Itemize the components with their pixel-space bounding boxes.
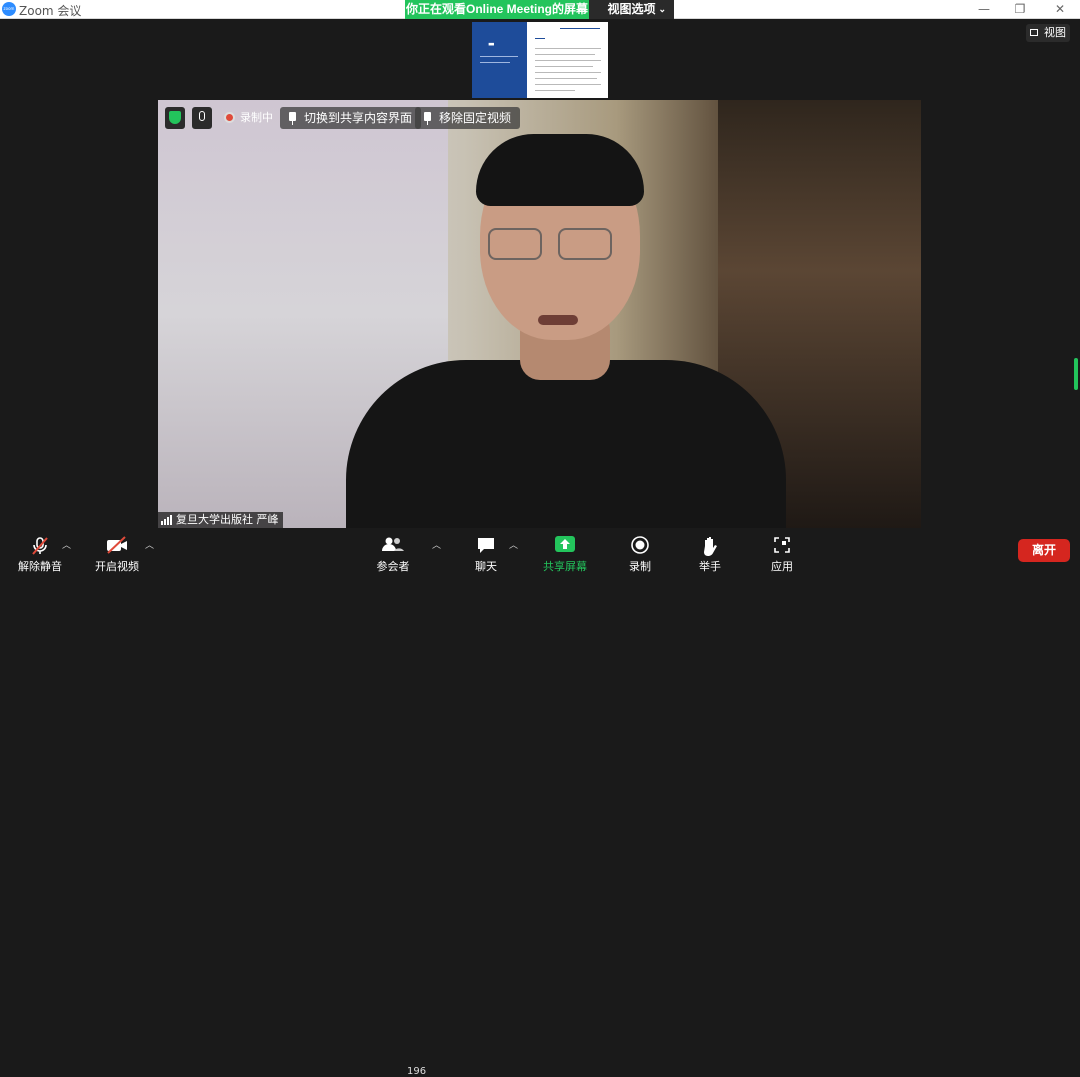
participants-button[interactable]: 参会者	[364, 530, 422, 574]
apps-label: 应用	[771, 560, 793, 573]
view-button-label: 视图	[1044, 26, 1066, 39]
muted-microphone-icon	[32, 537, 48, 555]
share-screen-icon	[555, 536, 575, 552]
thumbnail-line	[535, 66, 593, 67]
pin-icon	[289, 112, 296, 125]
view-options-button[interactable]: 视图选项 ⌄	[589, 0, 674, 19]
participant-name-tag: 复旦大学出版社 严峰	[158, 512, 283, 528]
start-video-button[interactable]: 开启视频	[92, 530, 142, 574]
thumbnail-decoration: ▬	[488, 40, 495, 48]
thumbnail-line	[535, 72, 601, 73]
chat-bubble-icon	[478, 538, 494, 553]
record-icon	[631, 536, 649, 554]
thumbnail-line	[535, 90, 575, 91]
thumbnail-line	[535, 38, 545, 39]
participant-name: 复旦大学出版社 严峰	[176, 513, 279, 526]
record-label: 录制	[629, 560, 651, 573]
minimize-icon[interactable]: —	[964, 0, 1004, 19]
unmute-label: 解除静音	[18, 560, 62, 573]
grid-view-icon	[1030, 29, 1038, 36]
share-status: 你正在观看Online Meeting的屏幕	[405, 0, 589, 19]
audio-options-caret-icon[interactable]: ︿	[62, 538, 71, 551]
speaker-body	[346, 360, 786, 528]
chevron-down-icon: ⌄	[658, 4, 666, 14]
thumbnail-line	[535, 54, 595, 55]
microphone-icon[interactable]	[192, 107, 212, 129]
unmute-button[interactable]: 解除静音	[12, 530, 68, 574]
pin-icon	[424, 112, 431, 125]
shared-screen-thumbnail[interactable]: ▬	[472, 22, 608, 98]
glasses-lens-right	[558, 228, 612, 260]
meeting-toolbar: 解除静音 ︿ 开启视频 ︿ 参会者 196 ︿ 聊天 ︿ 共享屏幕 录制 举手 …	[0, 530, 1080, 1077]
video-off-icon	[107, 536, 127, 554]
window-title: Zoom 会议	[19, 4, 82, 18]
chat-button[interactable]: 聊天	[466, 530, 506, 574]
thumbnail-line	[480, 56, 518, 57]
shield-glyph	[169, 111, 181, 124]
recording-label: 录制中	[240, 111, 273, 124]
unpin-video-label: 移除固定视频	[439, 111, 512, 125]
recording-dot-icon	[224, 112, 235, 123]
chat-caret-icon[interactable]: ︿	[509, 538, 518, 551]
start-video-label: 开启视频	[95, 560, 139, 573]
mic-glyph	[199, 111, 205, 121]
raise-hand-icon	[704, 537, 717, 556]
close-icon[interactable]: ✕	[1040, 0, 1080, 19]
record-button[interactable]: 录制	[620, 530, 660, 574]
switch-to-share-label: 切换到共享内容界面	[304, 111, 413, 125]
speaker-mouth	[538, 315, 578, 325]
participants-label: 参会者	[376, 560, 410, 573]
switch-to-share-button[interactable]: 切换到共享内容界面	[280, 107, 422, 129]
view-options-label: 视图选项	[607, 2, 656, 16]
thumbnail-line	[535, 48, 601, 49]
participants-icon	[382, 537, 404, 551]
participants-caret-icon[interactable]: ︿	[432, 538, 441, 551]
raise-hand-label: 举手	[699, 560, 721, 573]
speaker-hair	[476, 134, 644, 206]
security-shield-icon[interactable]	[165, 107, 185, 129]
thumbnail-line	[560, 28, 600, 29]
thumbnail-line	[535, 78, 597, 79]
share-screen-label: 共享屏幕	[543, 560, 587, 573]
unpin-video-button[interactable]: 移除固定视频	[415, 107, 521, 129]
apps-button[interactable]: 应用	[762, 530, 802, 574]
raise-hand-button[interactable]: 举手	[690, 530, 730, 574]
thumbnail-line	[535, 84, 601, 85]
thumbnail-slide-left-panel: ▬	[472, 22, 527, 98]
restore-icon[interactable]: ❐	[1000, 0, 1040, 19]
glasses-lens-left	[488, 228, 542, 260]
leave-button[interactable]: 离开	[1018, 539, 1070, 562]
thumbnail-line	[480, 62, 510, 63]
apps-icon	[774, 537, 790, 553]
zoom-logo-icon: zoom	[2, 2, 16, 16]
video-options-caret-icon[interactable]: ︿	[145, 538, 154, 551]
recording-indicator: 录制中	[224, 107, 273, 129]
participants-count: 196	[407, 1066, 427, 1077]
scroll-indicator[interactable]	[1074, 358, 1078, 390]
chat-label: 聊天	[475, 560, 497, 573]
share-screen-button[interactable]: 共享屏幕	[540, 530, 590, 574]
share-banner: 你正在观看Online Meeting的屏幕 视图选项 ⌄	[405, 0, 674, 19]
pinned-video-tile[interactable]: 录制中 切换到共享内容界面 移除固定视频 复旦大学出版社 严峰	[158, 100, 921, 528]
view-button[interactable]: 视图	[1026, 24, 1070, 42]
thumbnail-line	[535, 60, 601, 61]
